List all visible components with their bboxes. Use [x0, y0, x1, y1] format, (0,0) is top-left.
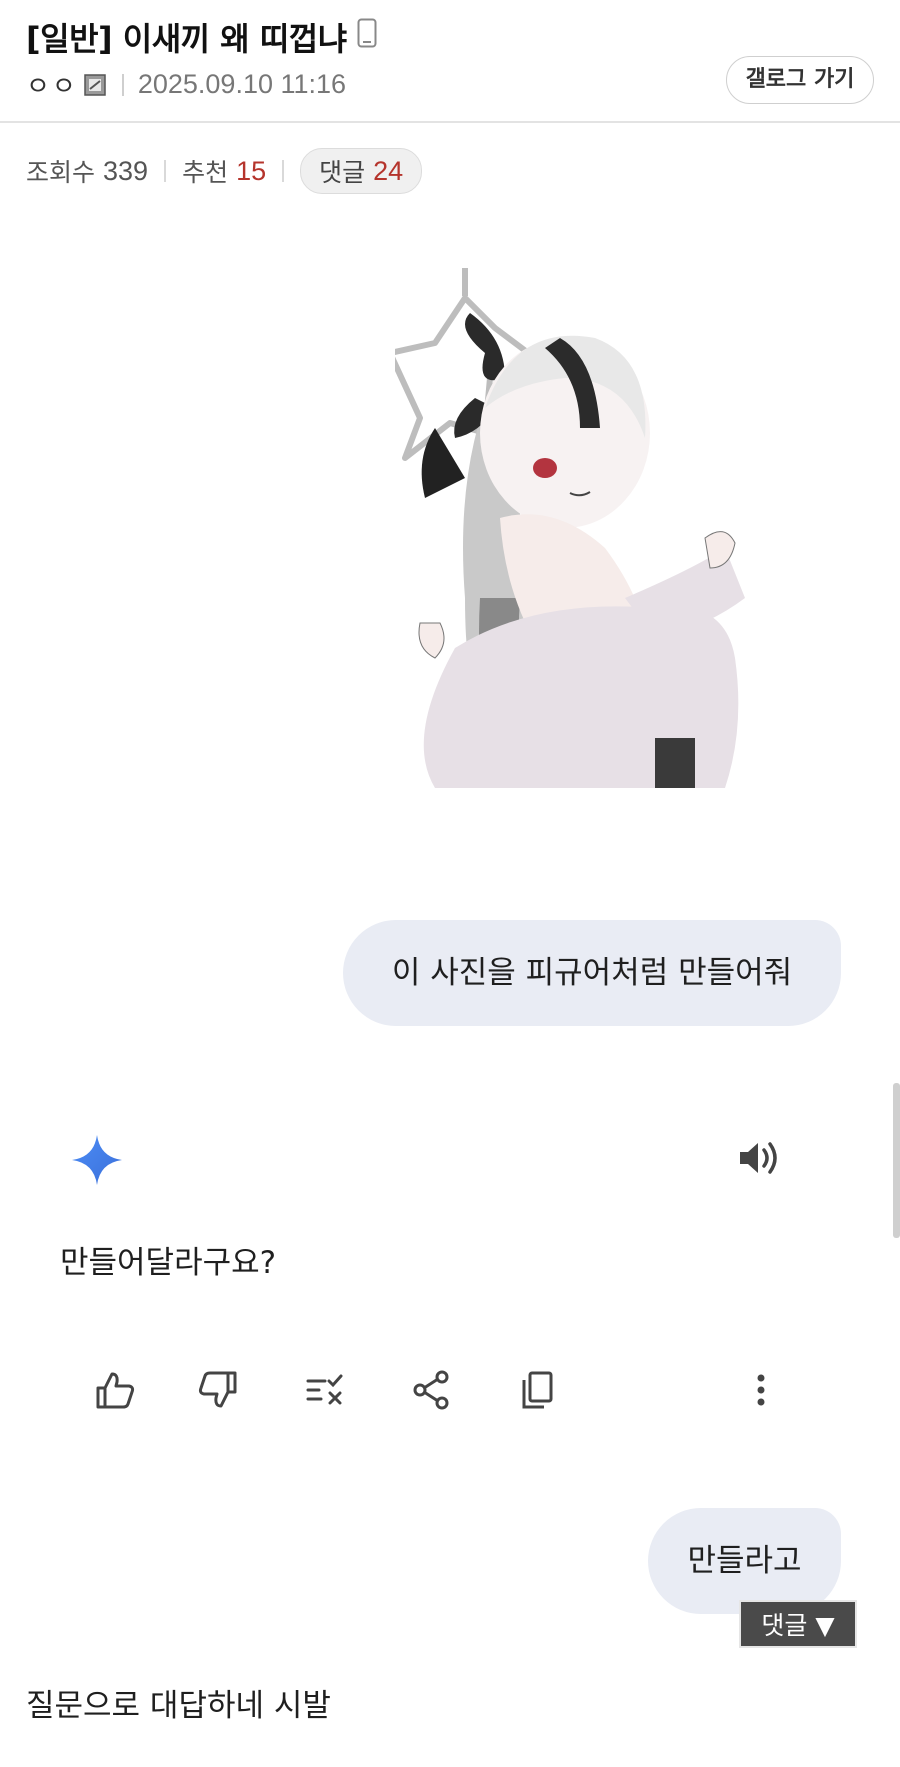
divider [164, 160, 167, 182]
post-body-text: 질문으로 대답하네 시발 [26, 1688, 331, 1724]
user-message-bubble: 만들라고 [648, 1508, 841, 1614]
character-image [387, 268, 845, 888]
share-icon[interactable] [406, 1365, 456, 1415]
comments-count: 24 [373, 155, 404, 186]
recommend-count: 15 [236, 155, 267, 186]
thumbs-up-icon[interactable] [90, 1365, 140, 1415]
recommend-label: 추천 [182, 158, 229, 187]
comments-pill[interactable]: 댓글 24 [300, 148, 423, 194]
gallog-button[interactable]: 갤로그 가기 [726, 56, 874, 104]
thumbs-down-icon[interactable] [193, 1365, 243, 1415]
post-stats: 조회수 339 추천 15 댓글 24 [26, 148, 423, 194]
ai-reply-text: 만들어달라구요? [60, 1245, 277, 1281]
mobile-icon [357, 18, 377, 56]
comment-jump-button[interactable]: 댓글 ▼ [739, 1600, 857, 1648]
post-header: [일반] 이새끼 왜 띠껍냐 ㅇㅇ 2025.09.10 11:16 갤로그 가… [0, 0, 900, 123]
post-title-text: [일반] 이새끼 왜 띠껍냐 [26, 20, 347, 58]
post-title: [일반] 이새끼 왜 띠껍냐 [26, 14, 377, 60]
speaker-icon[interactable] [738, 1138, 782, 1182]
user-message-text: 이 사진을 피규어처럼 만들어줘 [391, 955, 793, 991]
post-date: 2025.09.10 11:16 [137, 69, 347, 99]
divider [282, 160, 285, 182]
author-nickname[interactable]: ㅇㅇ [26, 66, 78, 103]
user-message-bubble: 이 사진을 피규어처럼 만들어줘 [343, 920, 841, 1026]
gemini-sparkle-icon [70, 1133, 124, 1191]
post-meta: ㅇㅇ 2025.09.10 11:16 [26, 66, 346, 103]
views-label: 조회수 [26, 158, 96, 187]
scrollbar[interactable] [893, 1083, 900, 1238]
views-count: 339 [103, 155, 149, 186]
user-message-text: 만들라고 [687, 1543, 802, 1579]
more-vert-icon[interactable] [736, 1365, 786, 1415]
response-action-bar [0, 1365, 900, 1425]
divider [121, 73, 124, 96]
fixed-nick-icon [84, 73, 106, 96]
copy-icon[interactable] [512, 1365, 562, 1415]
double-check-icon[interactable] [300, 1365, 350, 1415]
comments-label: 댓글 [319, 158, 366, 187]
